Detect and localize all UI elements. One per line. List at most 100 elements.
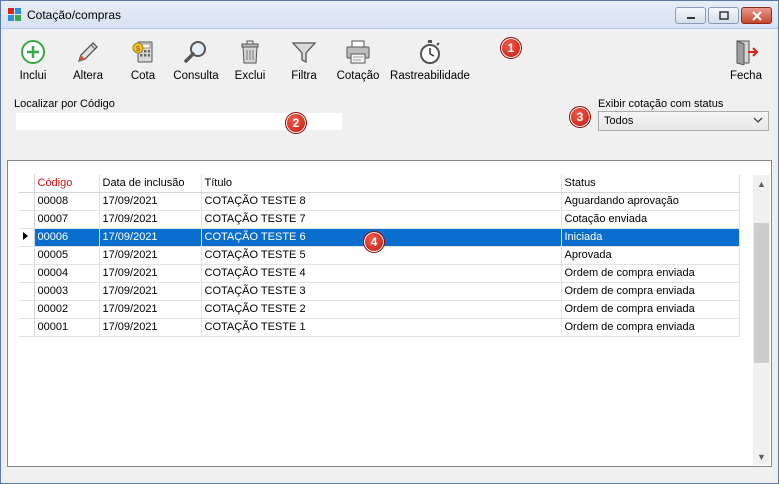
cell-codigo: 00005 [34, 246, 100, 265]
cell-data: 17/09/2021 [99, 210, 202, 229]
row-indicator [19, 192, 35, 211]
cell-status: Aguardando aprovação [561, 192, 740, 211]
column-header-status[interactable]: Status [561, 174, 740, 193]
calculator-coin-icon: $ [132, 41, 153, 63]
minimize-button[interactable] [675, 7, 706, 24]
inclui-button[interactable]: Inclui [13, 30, 53, 86]
cell-data: 17/09/2021 [99, 246, 202, 265]
close-button[interactable] [741, 7, 772, 24]
row-indicator [19, 300, 35, 319]
title-bar[interactable]: Cotação/compras [1, 1, 778, 29]
cota-button[interactable]: $ Cota [123, 30, 163, 86]
cell-data: 17/09/2021 [99, 282, 202, 301]
cell-codigo: 00007 [34, 210, 100, 229]
chevron-down-icon [753, 115, 763, 128]
cell-data: 17/09/2021 [99, 318, 202, 337]
row-indicator [19, 282, 35, 301]
callout-badge-4: 4 [363, 231, 385, 253]
cell-status: Cotação enviada [561, 210, 740, 229]
current-row-indicator [19, 228, 35, 247]
client-area: Inclui Altera $ Cota Consulta Exclui Fil… [6, 30, 773, 480]
window-title: Cotação/compras [27, 8, 122, 22]
consulta-button[interactable]: Consulta [173, 30, 219, 86]
cell-status: Aprovada [561, 246, 740, 265]
altera-button[interactable]: Altera [66, 30, 110, 86]
funnel-icon [291, 42, 317, 64]
cell-codigo: 00004 [34, 264, 100, 283]
table-row[interactable]: 00008 17/09/2021 COTAÇÃO TESTE 8 Aguarda… [19, 192, 740, 211]
exclui-label: Exclui [234, 70, 266, 82]
quotation-table: Código Data de inclusão Título Status 00… [19, 174, 740, 337]
cell-status: Iniciada [561, 228, 740, 247]
stopwatch-icon [420, 40, 440, 64]
cell-data: 17/09/2021 [99, 264, 202, 283]
callout-badge-1: 1 [500, 37, 522, 59]
rastreabilidade-label: Rastreabilidade [390, 70, 470, 82]
inclui-label: Inclui [19, 70, 47, 82]
cell-titulo: COTAÇÃO TESTE 4 [201, 264, 562, 283]
row-indicator-header [19, 174, 35, 193]
cell-codigo: 00001 [34, 318, 100, 337]
plus-circle-icon [21, 40, 45, 64]
app-icon [8, 8, 21, 21]
cota-label: Cota [130, 70, 156, 82]
fecha-button[interactable]: Fecha [726, 30, 766, 86]
column-header-titulo[interactable]: Título [201, 174, 562, 193]
cell-codigo: 00003 [34, 282, 100, 301]
consulta-label: Consulta [173, 70, 219, 82]
maximize-icon [718, 10, 729, 20]
callout-badge-2: 2 [285, 112, 307, 134]
scroll-thumb[interactable] [754, 223, 769, 363]
table-header-row: Código Data de inclusão Título Status [19, 174, 740, 193]
table-row[interactable]: 00004 17/09/2021 COTAÇÃO TESTE 4 Ordem d… [19, 264, 740, 283]
maximize-button[interactable] [708, 7, 739, 24]
cell-codigo: 00006 [34, 228, 100, 247]
row-indicator [19, 318, 35, 337]
table-row[interactable]: 00001 17/09/2021 COTAÇÃO TESTE 1 Ordem d… [19, 318, 740, 337]
search-label: Localizar por Código [14, 98, 115, 110]
cell-data: 17/09/2021 [99, 228, 202, 247]
quotation-grid: Código Data de inclusão Título Status 00… [7, 160, 772, 467]
altera-label: Altera [72, 70, 104, 82]
table-row[interactable]: 00007 17/09/2021 COTAÇÃO TESTE 7 Cotação… [19, 210, 740, 229]
cell-titulo: COTAÇÃO TESTE 3 [201, 282, 562, 301]
main-window: Cotação/compras Inclui Altera $ Cota Con… [0, 0, 779, 484]
toolbar: Inclui Altera $ Cota Consulta Exclui Fil… [6, 30, 773, 88]
cell-titulo: COTAÇÃO TESTE 8 [201, 192, 562, 211]
row-indicator [19, 246, 35, 265]
exit-door-icon [736, 40, 759, 65]
column-header-codigo[interactable]: Código [34, 174, 100, 193]
cotacao-button[interactable]: Cotação [334, 30, 382, 86]
cotacao-label: Cotação [336, 70, 380, 82]
cell-status: Ordem de compra enviada [561, 300, 740, 319]
filtra-button[interactable]: Filtra [284, 30, 324, 86]
status-filter-select[interactable]: Todos [598, 111, 769, 131]
printer-icon [346, 40, 370, 64]
callout-badge-3: 3 [569, 106, 591, 128]
status-filter-value: Todos [604, 115, 634, 127]
trash-icon [241, 40, 259, 64]
cell-data: 17/09/2021 [99, 192, 202, 211]
row-indicator [19, 210, 35, 229]
filtra-label: Filtra [291, 70, 317, 82]
cell-titulo: COTAÇÃO TESTE 7 [201, 210, 562, 229]
rastreabilidade-button[interactable]: Rastreabilidade [390, 30, 470, 86]
vertical-scrollbar[interactable]: ▲ ▼ [753, 175, 770, 465]
cell-codigo: 00008 [34, 192, 100, 211]
scroll-up-icon[interactable]: ▲ [753, 175, 770, 192]
cell-codigo: 00002 [34, 300, 100, 319]
cell-status: Ordem de compra enviada [561, 318, 740, 337]
table-row[interactable]: 00003 17/09/2021 COTAÇÃO TESTE 3 Ordem d… [19, 282, 740, 301]
svg-text:$: $ [136, 46, 140, 53]
cell-status: Ordem de compra enviada [561, 282, 740, 301]
status-filter-label: Exibir cotação com status [598, 98, 724, 110]
magnifier-icon [184, 41, 206, 63]
table-row[interactable]: 00002 17/09/2021 COTAÇÃO TESTE 2 Ordem d… [19, 300, 740, 319]
column-header-data[interactable]: Data de inclusão [99, 174, 202, 193]
cell-titulo: COTAÇÃO TESTE 2 [201, 300, 562, 319]
exclui-button[interactable]: Exclui [230, 30, 270, 86]
scroll-down-icon[interactable]: ▼ [753, 448, 770, 465]
row-pointer-icon [23, 232, 28, 240]
cell-titulo: COTAÇÃO TESTE 1 [201, 318, 562, 337]
pencil-icon [77, 42, 98, 63]
